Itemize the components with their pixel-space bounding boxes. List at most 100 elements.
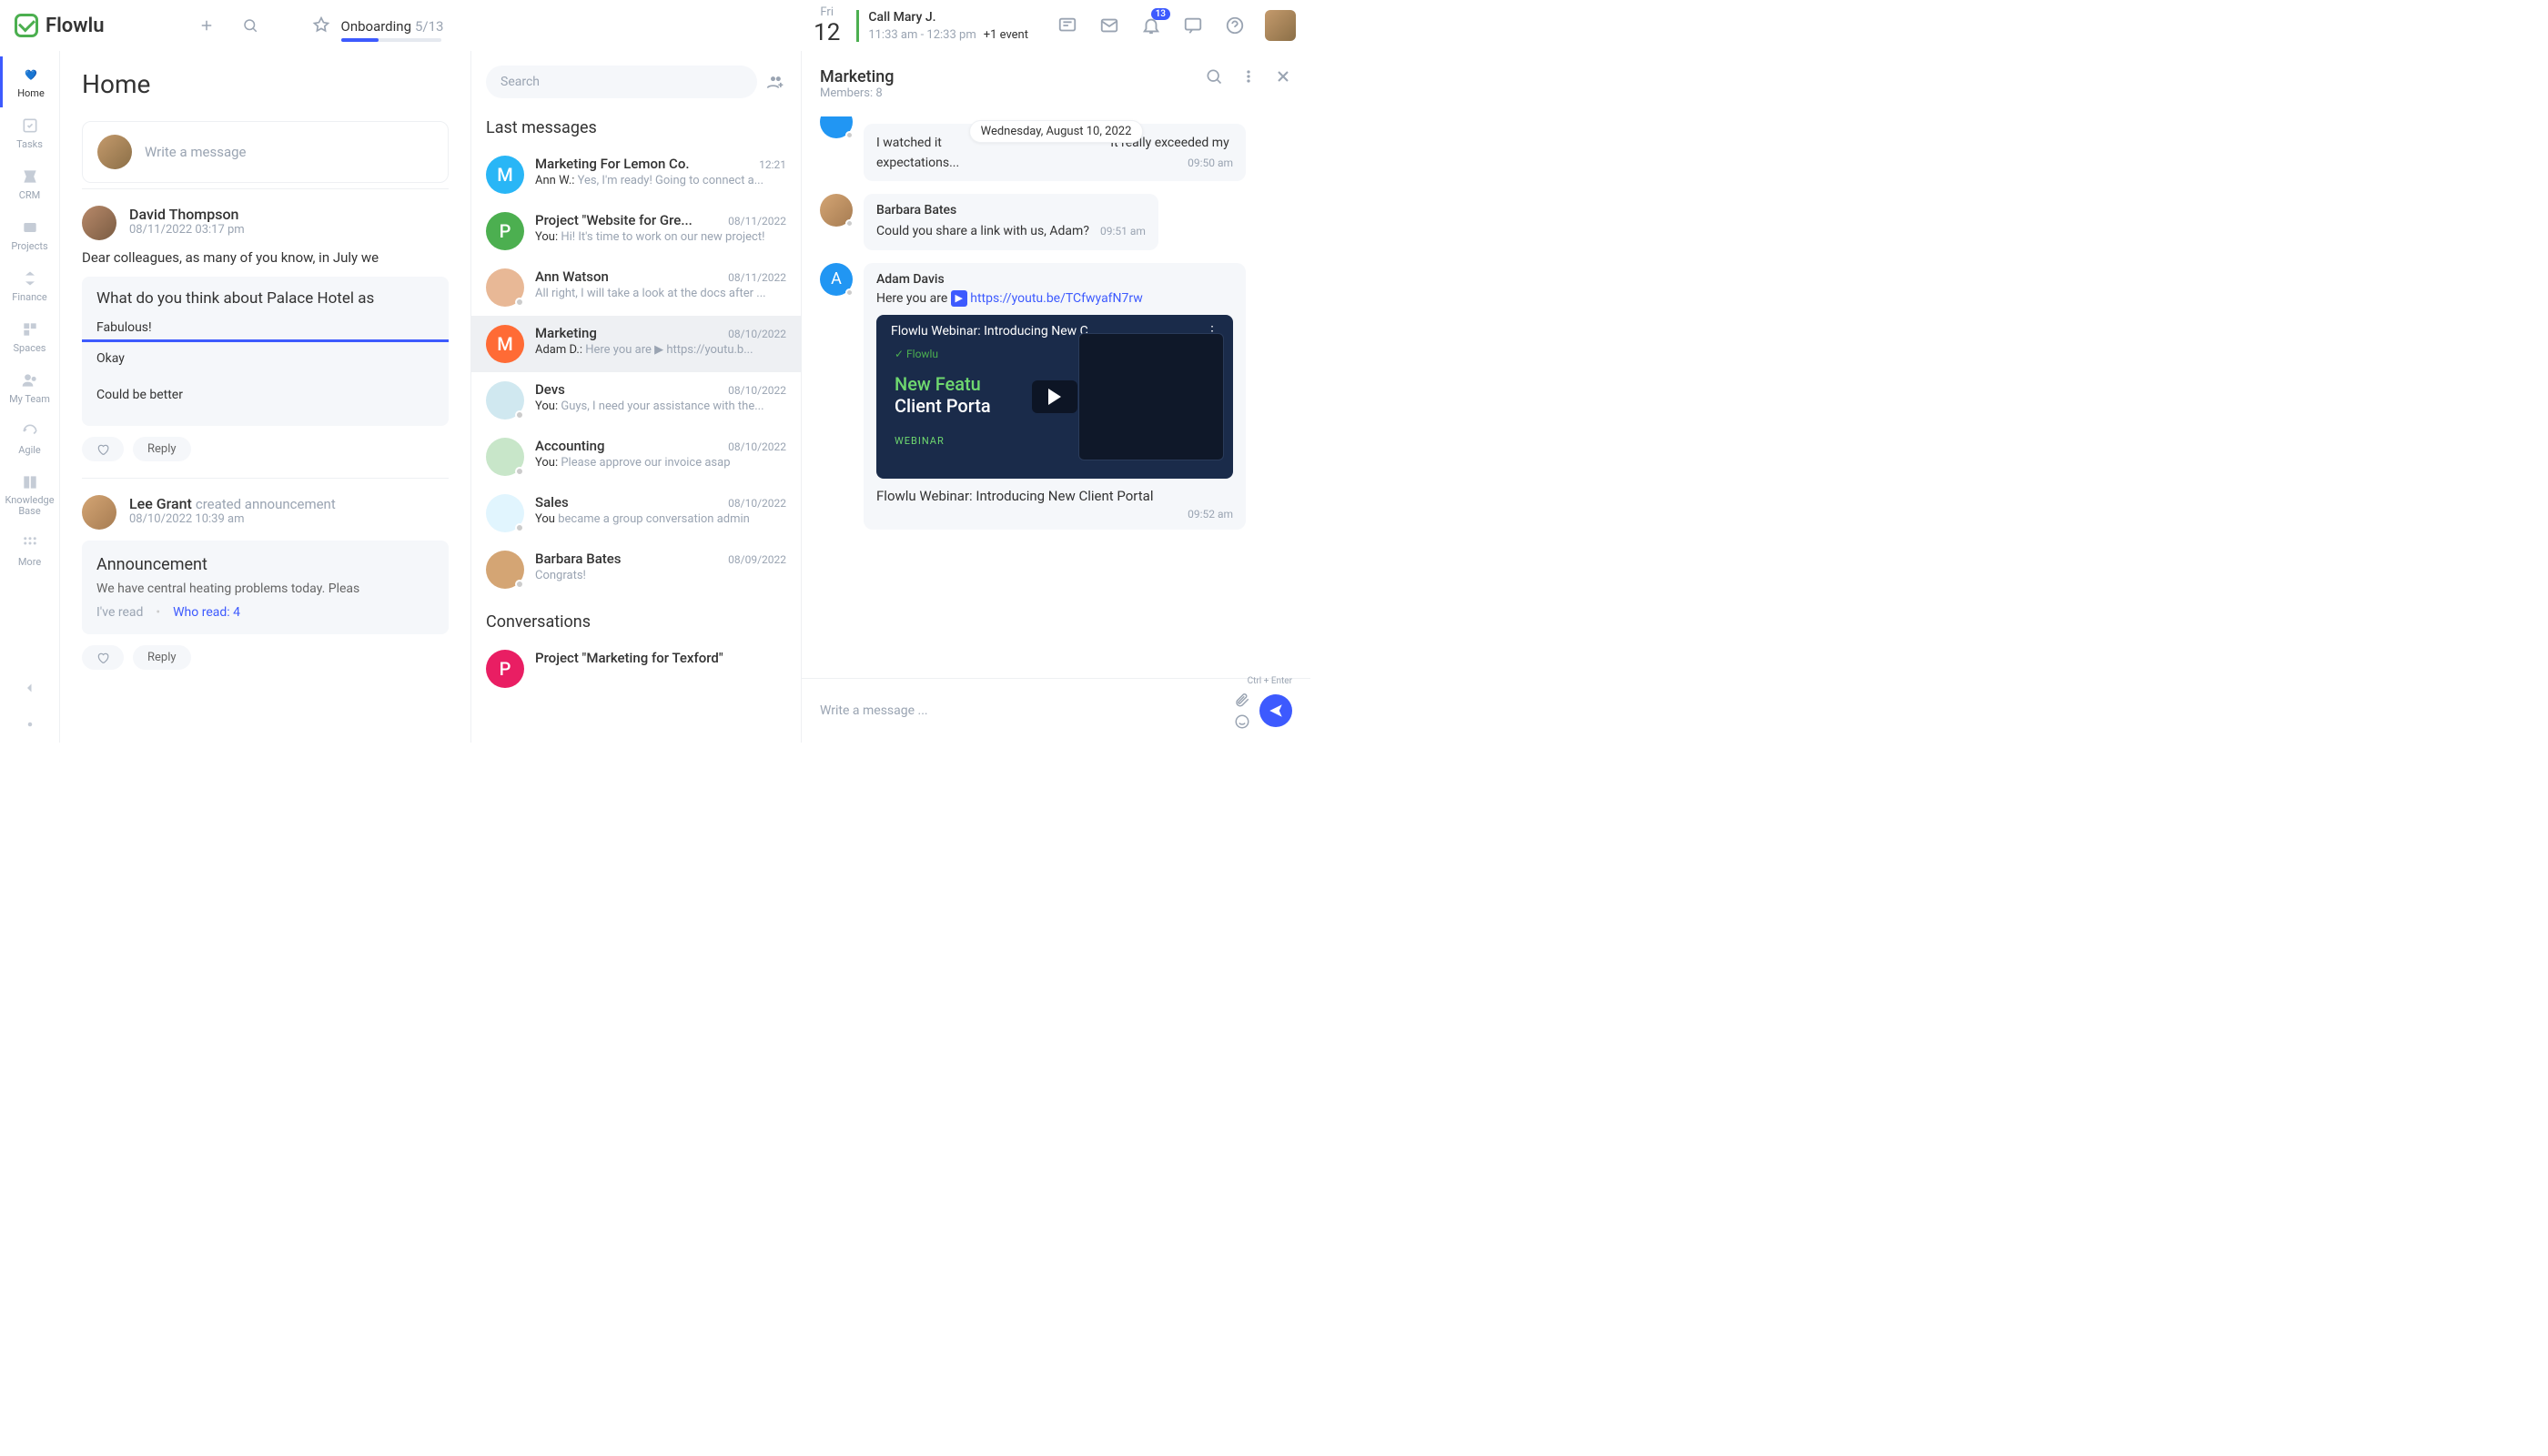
message-avatar[interactable]	[820, 116, 853, 138]
feed-panel: Home Write a message David Thompson 08/1…	[60, 51, 471, 743]
spaces-icon	[20, 319, 40, 339]
chat-icon[interactable]	[1181, 14, 1205, 37]
sidebar-item-kb[interactable]: Knowledge Base	[0, 464, 59, 525]
send-button[interactable]	[1259, 694, 1292, 727]
reply-button[interactable]: Reply	[133, 645, 191, 670]
sidebar-item-spaces[interactable]: Spaces	[0, 311, 59, 362]
search-input[interactable]: Search	[486, 66, 757, 98]
post-avatar[interactable]	[82, 206, 116, 240]
conversation-item[interactable]: Barbara Bates08/09/2022 Congrats!	[471, 541, 801, 598]
sidebar-item-more[interactable]: More	[0, 525, 59, 576]
calendar-day-number[interactable]: 12	[814, 19, 840, 46]
chat-message-input[interactable]: Write a message ...	[820, 703, 1225, 718]
top-bar: Flowlu Onboarding 5/13 Fri 12 Call Mary …	[0, 0, 1310, 51]
video-preview[interactable]: Flowlu Webinar: Introducing New C...⋮ ✓ …	[876, 315, 1233, 479]
who-read-link[interactable]: Who read: 4	[173, 605, 240, 620]
poll-question: What do you think about Palace Hotel as	[96, 289, 434, 308]
announcement-title: Announcement	[96, 555, 434, 574]
chat-close-icon[interactable]	[1274, 67, 1292, 86]
sidebar-settings[interactable]	[0, 706, 59, 743]
compose-box[interactable]: Write a message	[82, 121, 449, 183]
chat-more-icon[interactable]	[1239, 67, 1258, 86]
video-thumbnail-mock	[1078, 333, 1224, 460]
sidebar-item-projects[interactable]: Projects	[0, 209, 59, 260]
chat-subtitle: Members: 8	[820, 86, 894, 100]
post-avatar[interactable]	[82, 495, 116, 530]
finance-icon	[20, 268, 40, 288]
onboarding-progress	[341, 38, 441, 42]
projects-icon	[20, 217, 40, 238]
notes-icon[interactable]	[1056, 14, 1079, 37]
conversation-item[interactable]: P Project "Marketing for Texford"	[471, 641, 801, 697]
post-author[interactable]: David Thompson	[129, 206, 245, 223]
message-avatar[interactable]: A	[820, 263, 853, 296]
help-icon[interactable]	[1223, 14, 1247, 37]
add-icon[interactable]	[196, 15, 217, 36]
compose-placeholder: Write a message	[145, 144, 246, 160]
video-logo: Flowlu	[906, 348, 938, 360]
play-icon[interactable]	[1032, 380, 1077, 413]
poll-option[interactable]: Could be better	[96, 377, 434, 413]
message-text: Could you share a link with us, Adam?	[876, 224, 1089, 238]
brand-logo[interactable]: Flowlu	[15, 14, 105, 37]
onboarding-label[interactable]: Onboarding	[341, 18, 412, 35]
conversation-item[interactable]: Ann Watson 08/11/2022 All right, I will t…	[471, 259, 801, 316]
chat-title[interactable]: Marketing	[820, 67, 894, 86]
upcoming-event[interactable]: Call Mary J. 11:33 am - 12:33 pm+1 event	[856, 10, 1028, 42]
message-time: 09:51 am	[1100, 225, 1146, 238]
conversation-date: 08/10/2022	[728, 384, 786, 397]
sidebar-item-crm[interactable]: CRM	[0, 158, 59, 209]
conversation-preview: All right, I will take a look at the doc…	[535, 287, 786, 300]
onboarding-pin-icon[interactable]	[310, 15, 332, 36]
conversation-item[interactable]: M Marketing For Lemon Co.12:21 Ann W.: Y…	[471, 147, 801, 203]
date-divider: Wednesday, August 10, 2022	[969, 120, 1144, 143]
sidebar-label: Finance	[12, 291, 46, 303]
sidebar-label: Knowledge Base	[0, 495, 59, 517]
conversation-name: Sales	[535, 494, 569, 511]
message-avatar[interactable]	[820, 194, 853, 227]
conversation-preview: You became a group conversation admin	[535, 512, 786, 526]
emoji-icon[interactable]	[1234, 713, 1250, 730]
poll-option[interactable]: Okay	[96, 340, 434, 377]
attach-icon[interactable]	[1234, 692, 1250, 708]
sidebar-label: CRM	[19, 189, 41, 201]
conversation-name: Devs	[535, 381, 565, 398]
message-link[interactable]: https://youtu.be/TCfwyafN7rw	[970, 291, 1143, 306]
onboarding-count: 5/13	[415, 18, 443, 35]
conversation-item[interactable]: Accounting08/10/2022 You: Please approve…	[471, 429, 801, 485]
sidebar-item-finance[interactable]: Finance	[0, 260, 59, 311]
event-more: +1 event	[984, 28, 1028, 42]
sidebar-item-agile[interactable]: Agile	[0, 413, 59, 464]
conversation-date: 08/10/2022	[728, 440, 786, 453]
sidebar-item-tasks[interactable]: Tasks	[0, 107, 59, 158]
feed-post: Lee Grant created announcement 08/10/202…	[82, 478, 449, 686]
like-button[interactable]	[82, 645, 124, 670]
add-people-icon[interactable]	[764, 71, 786, 93]
conversation-name: Ann Watson	[535, 268, 609, 285]
agile-icon	[20, 421, 40, 441]
reply-button[interactable]: Reply	[133, 437, 191, 461]
conversation-date: 08/10/2022	[728, 328, 786, 340]
chat-message: Barbara Bates Could you share a link wit…	[820, 194, 1292, 250]
conversation-item[interactable]: M Marketing08/10/2022 Adam D.: Here you …	[471, 316, 801, 372]
mail-icon[interactable]	[1097, 14, 1121, 37]
chat-search-icon[interactable]	[1205, 67, 1223, 86]
conversation-avatar	[486, 551, 524, 589]
sidebar-item-myteam[interactable]: My Team	[0, 362, 59, 413]
bell-icon[interactable]: 13	[1139, 14, 1163, 37]
conversation-item[interactable]: P Project "Website for Gre...08/11/2022 …	[471, 203, 801, 259]
post-author[interactable]: Lee Grant	[129, 495, 192, 512]
conversation-date: 08/11/2022	[728, 271, 786, 284]
sidebar-item-home[interactable]: 💙Home	[0, 56, 59, 107]
user-avatar[interactable]	[1265, 10, 1296, 41]
ive-read-link[interactable]: I've read	[96, 605, 143, 620]
search-icon[interactable]	[239, 15, 261, 36]
conversation-item[interactable]: Sales08/10/2022 You became a group conve…	[471, 485, 801, 541]
sidebar-label: Home	[17, 87, 45, 99]
sidebar-collapse[interactable]	[0, 670, 59, 706]
like-button[interactable]	[82, 437, 124, 461]
video-subtitle: Client Porta	[895, 395, 991, 417]
poll-option[interactable]: Fabulous!	[96, 315, 434, 340]
conversation-item[interactable]: Devs08/10/2022 You: Guys, I need your as…	[471, 372, 801, 429]
message-author: Adam Davis	[876, 272, 1233, 287]
